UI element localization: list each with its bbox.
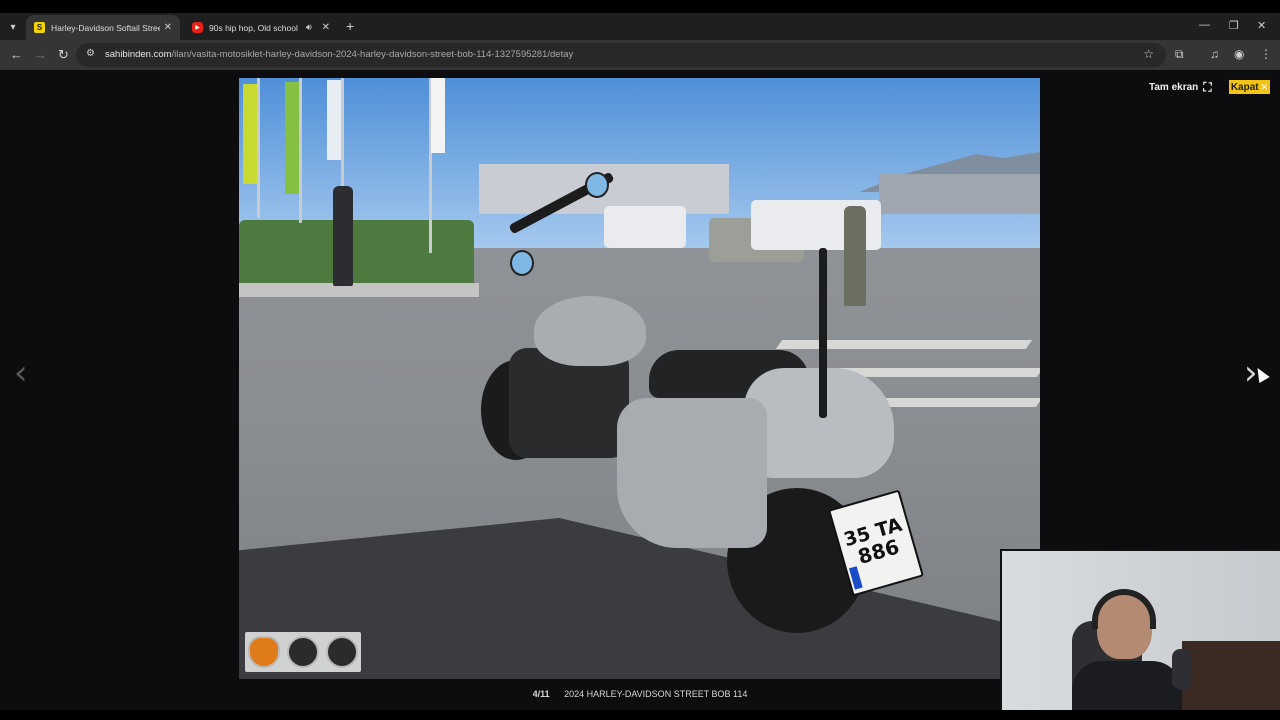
harley-davidson-logo-icon (248, 636, 281, 668)
media-controls-icon[interactable]: ♫ (1210, 47, 1219, 61)
webcam-person-body (1072, 661, 1182, 712)
chevron-down-icon[interactable]: ▾ (4, 18, 22, 36)
tab-youtube[interactable]: ▶ 90s hip hop, Old school NY 🔊︎ ✕ (184, 15, 338, 40)
fullscreen-label: Tam ekran (1149, 82, 1199, 93)
photo-person (333, 186, 353, 286)
youtube-favicon-icon: ▶ (192, 22, 203, 33)
reload-icon[interactable]: ↻ (58, 47, 69, 63)
window-close-button[interactable]: ✕ (1257, 19, 1266, 32)
tab-title: Harley-Davidson Softail Street B (51, 22, 160, 33)
listing-title: 2024 HARLEY-DAVIDSON STREET BOB 114 (564, 689, 748, 699)
motorcycle-sissy-bar (819, 248, 827, 418)
photo-flag (431, 78, 445, 153)
photo-van (604, 206, 686, 248)
photo-flagpole (257, 78, 260, 218)
close-icon: ✕ (1260, 81, 1269, 92)
address-bar[interactable]: ⚙ sahibinden.com/ilan/vasita-motosiklet-… (76, 43, 1166, 67)
photo-flag (285, 82, 299, 194)
star-icon[interactable]: ☆ (1143, 47, 1154, 61)
motorcycle-saddlebag (617, 398, 767, 548)
photo-hedge (239, 220, 474, 286)
close-icon[interactable]: ✕ (164, 22, 172, 33)
profile-icon[interactable]: ◉ (1234, 47, 1244, 61)
motorcycle-mirror (510, 250, 534, 276)
close-icon[interactable]: ✕ (322, 22, 330, 33)
tab-bar: ▾ S Harley-Davidson Softail Street B ✕ ▶… (0, 13, 1280, 40)
road-marking (775, 340, 1033, 349)
webcam-overlay (1000, 549, 1280, 712)
screen-top-strip (0, 0, 1280, 13)
photo-building (879, 174, 1040, 214)
tab-sahibinden[interactable]: S Harley-Davidson Softail Street B ✕ (26, 15, 180, 40)
microphone-icon (1172, 649, 1192, 689)
previous-photo-arrow[interactable]: ‹ (14, 356, 28, 390)
fullscreen-button[interactable]: Tam ekran ⛶ (1149, 80, 1212, 95)
close-gallery-button[interactable]: Kapat ✕ (1229, 80, 1270, 94)
url-path: /ilan/vasita-motosiklet-harley-davidson-… (171, 49, 574, 60)
browser-toolbar: ← → ↻ ⚙ sahibinden.com/ilan/vasita-motos… (0, 40, 1280, 70)
forward-arrow-icon[interactable]: → (34, 47, 47, 62)
fullscreen-icon: ⛶ (1203, 80, 1212, 94)
webcam-furniture (1182, 641, 1280, 712)
motorcycle-mirror (585, 172, 609, 198)
url-host: sahibinden.com (105, 49, 172, 60)
photo-flag (327, 80, 341, 160)
photo-flag (243, 84, 257, 184)
dealer-badges (245, 632, 361, 672)
photo-flagpole (299, 78, 302, 223)
sahibinden-favicon-icon: S (34, 22, 45, 33)
photo-person (844, 206, 866, 306)
plate-country-strip (848, 566, 863, 590)
dealer-seal-icon (286, 636, 319, 668)
tab-title: 90s hip hop, Old school NY (209, 22, 300, 33)
speaker-icon[interactable]: 🔊︎ (306, 22, 312, 33)
photo-curb (239, 283, 479, 297)
url-text[interactable]: sahibinden.com/ilan/vasita-motosiklet-ha… (105, 49, 573, 60)
close-label: Kapat (1230, 81, 1259, 93)
screen-bottom-strip (0, 710, 1280, 720)
kebab-menu-icon[interactable]: ⋮ (1260, 47, 1272, 61)
minimize-button[interactable]: — (1199, 19, 1210, 31)
puzzle-icon[interactable]: ⧉ (1175, 47, 1184, 62)
motorcycle-tank (534, 296, 646, 366)
restore-button[interactable]: ❐ (1229, 19, 1239, 32)
new-tab-button[interactable]: + (346, 18, 354, 34)
back-arrow-icon[interactable]: ← (10, 47, 23, 62)
photo-counter: 4/11 (532, 689, 550, 699)
motorcycle-photo: 35 TA 886 (239, 78, 1040, 679)
dealer-west-logo-icon (325, 636, 358, 668)
tune-icon[interactable]: ⚙ (86, 48, 95, 59)
